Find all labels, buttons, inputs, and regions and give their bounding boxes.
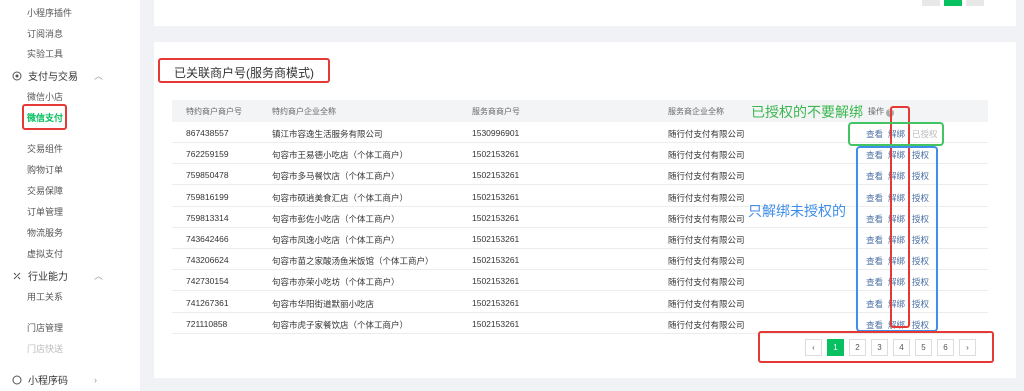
sidebar-group-industry-label: 行业能力 <box>28 272 68 283</box>
page-button-1[interactable]: 1 <box>827 339 844 356</box>
merchant-name-cell: 句容市苗之家酸汤鱼米饭馆（个体工商户） <box>272 256 434 267</box>
merchant-name-cell: 镇江市容逸生活服务有限公司 <box>272 129 383 139</box>
merchant-name-cell: 句容市华阳街道默丽小吃店 <box>272 298 375 309</box>
merchant-id-cell: 743206624 <box>186 255 229 266</box>
sp-id-cell: 1530996901 <box>472 128 520 138</box>
merchant-id-cell: 759850478 <box>186 170 229 181</box>
sidebar-item-subscribe[interactable]: 订阅消息 <box>27 27 63 40</box>
highlight-box-title <box>158 58 330 83</box>
sidebar-item-lab[interactable]: 实验工具 <box>27 47 63 60</box>
header-sp-name: 服务商企业全称 <box>668 107 724 116</box>
merchant-id-cell: 742730154 <box>186 276 229 287</box>
sp-id-cell: 1502153261 <box>472 212 520 223</box>
sp-name-cell: 随行付支付有限公司 <box>668 213 745 224</box>
merchant-id-cell: 721110858 <box>186 318 228 329</box>
chevron-right-icon: › <box>94 374 97 385</box>
sp-name-cell: 随行付支付有限公司 <box>668 298 745 309</box>
sp-name-cell: 随行付支付有限公司 <box>668 129 745 139</box>
sidebar-item-shop[interactable]: 微信小店 <box>27 90 63 103</box>
payment-icon <box>12 71 22 81</box>
highlight-box-unauthorized-rows <box>856 146 938 332</box>
sidebar-group-payment-label: 支付与交易 <box>28 72 78 83</box>
sp-id-cell: 1502153261 <box>472 255 520 266</box>
merchant-id-cell: 743642466 <box>186 234 229 244</box>
sidebar-group-code-label: 小程序码 <box>28 376 68 387</box>
header-merchant-name: 特约商户企业全称 <box>272 107 336 116</box>
sidebar-group-code[interactable]: 小程序码 › <box>12 372 97 387</box>
merchant-id-cell: 867438557 <box>186 128 229 138</box>
sidebar-item-store-delivery[interactable]: 门店快送 <box>27 342 63 355</box>
sidebar-item-order-manage[interactable]: 订单管理 <box>27 205 63 218</box>
next-page-button[interactable]: › <box>959 339 976 356</box>
pagination: ‹ 1 2 3 4 5 6 › <box>805 339 976 357</box>
top-pager-button[interactable] <box>922 0 940 6</box>
sp-id-cell: 1502153261 <box>472 276 520 287</box>
merchant-id-cell: 762259159 <box>186 149 229 160</box>
sp-id-cell: 1502153261 <box>472 318 520 329</box>
merchant-name-cell: 句容市虎子家餐饮店（个体工商户） <box>272 319 409 330</box>
annotation-green: 已授权的不要解绑 <box>751 104 863 120</box>
table-header: 特约商户商户号 特约商户企业全称 服务商商户号 服务商企业全称 操作? <box>172 100 988 122</box>
top-pager-button[interactable] <box>966 0 984 6</box>
sp-id-cell: 1502153261 <box>472 297 520 308</box>
sidebar-item-plugin[interactable]: 小程序插件 <box>27 6 72 19</box>
sidebar-item-logistics[interactable]: 物流服务 <box>27 226 63 239</box>
merchant-name-cell: 句容市多马餐饮店（个体工商户） <box>272 171 400 182</box>
top-pager-active-button[interactable] <box>944 0 962 6</box>
qrcode-icon <box>12 375 22 385</box>
sidebar-item-shopping-order[interactable]: 购物订单 <box>27 163 63 176</box>
page-button-3[interactable]: 3 <box>871 339 888 356</box>
sidebar-item-trade-component[interactable]: 交易组件 <box>27 142 63 155</box>
merchant-id-cell: 759816199 <box>186 191 229 202</box>
merchant-name-cell: 句容市硕逍美食汇店（个体工商户） <box>272 192 409 203</box>
page-button-2[interactable]: 2 <box>849 339 866 356</box>
sp-id-cell: 1502153261 <box>472 191 520 202</box>
sp-name-cell: 随行付支付有限公司 <box>668 319 745 330</box>
chevron-up-icon: ︿ <box>94 71 104 81</box>
main-panel: 已关联商户号(服务商模式) 特约商户商户号 特约商户企业全称 服务商商户号 服务… <box>154 42 1016 378</box>
merchant-id-cell: 759813314 <box>186 212 229 223</box>
sidebar-item-store-manage[interactable]: 门店管理 <box>27 321 63 334</box>
sidebar: 小程序插件 订阅消息 实验工具 支付与交易 ︿ 微信小店 微信支付 交易组件 购… <box>0 0 140 391</box>
sidebar-item-employment[interactable]: 用工关系 <box>27 290 63 303</box>
sidebar-group-industry[interactable]: 行业能力 ︿ <box>12 268 103 283</box>
sidebar-item-trade-guarantee[interactable]: 交易保障 <box>27 184 63 197</box>
merchant-name-cell: 句容市王易德小吃店（个体工商户） <box>272 150 409 161</box>
merchant-name-cell: 句容市亦荣小吃坊（个体工商户） <box>272 277 400 288</box>
header-sp-id: 服务商商户号 <box>472 107 520 116</box>
sp-name-cell: 随行付支付有限公司 <box>668 171 745 182</box>
annotation-blue: 只解绑未授权的 <box>748 203 846 219</box>
header-merchant-id: 特约商户商户号 <box>186 107 242 116</box>
sp-name-cell: 随行付支付有限公司 <box>668 256 745 267</box>
chevron-up-icon: ︿ <box>94 271 104 281</box>
highlight-box-authorized-row <box>848 122 944 146</box>
prev-page-button[interactable]: ‹ <box>805 339 822 356</box>
sidebar-group-payment[interactable]: 支付与交易 ︿ <box>12 68 103 83</box>
sp-name-cell: 随行付支付有限公司 <box>668 150 745 161</box>
highlight-box-wechat-pay <box>22 104 67 130</box>
sp-name-cell: 随行付支付有限公司 <box>668 235 745 245</box>
sp-id-cell: 1502153261 <box>472 170 520 181</box>
page-button-4[interactable]: 4 <box>893 339 910 356</box>
page-button-5[interactable]: 5 <box>915 339 932 356</box>
sp-name-cell: 随行付支付有限公司 <box>668 192 745 203</box>
page-button-6[interactable]: 6 <box>937 339 954 356</box>
merchant-name-cell: 句容市凤逸小吃店（个体工商户） <box>272 235 400 245</box>
sp-id-cell: 1502153261 <box>472 234 520 244</box>
merchant-id-cell: 741267361 <box>186 297 229 308</box>
merchant-name-cell: 句容市彭佐小吃店（个体工商户） <box>272 213 400 224</box>
sp-id-cell: 1502153261 <box>472 149 520 160</box>
top-panel <box>154 0 1016 26</box>
sp-name-cell: 随行付支付有限公司 <box>668 277 745 288</box>
sidebar-item-virtual-pay[interactable]: 虚拟支付 <box>27 247 63 260</box>
industry-icon <box>12 271 22 281</box>
